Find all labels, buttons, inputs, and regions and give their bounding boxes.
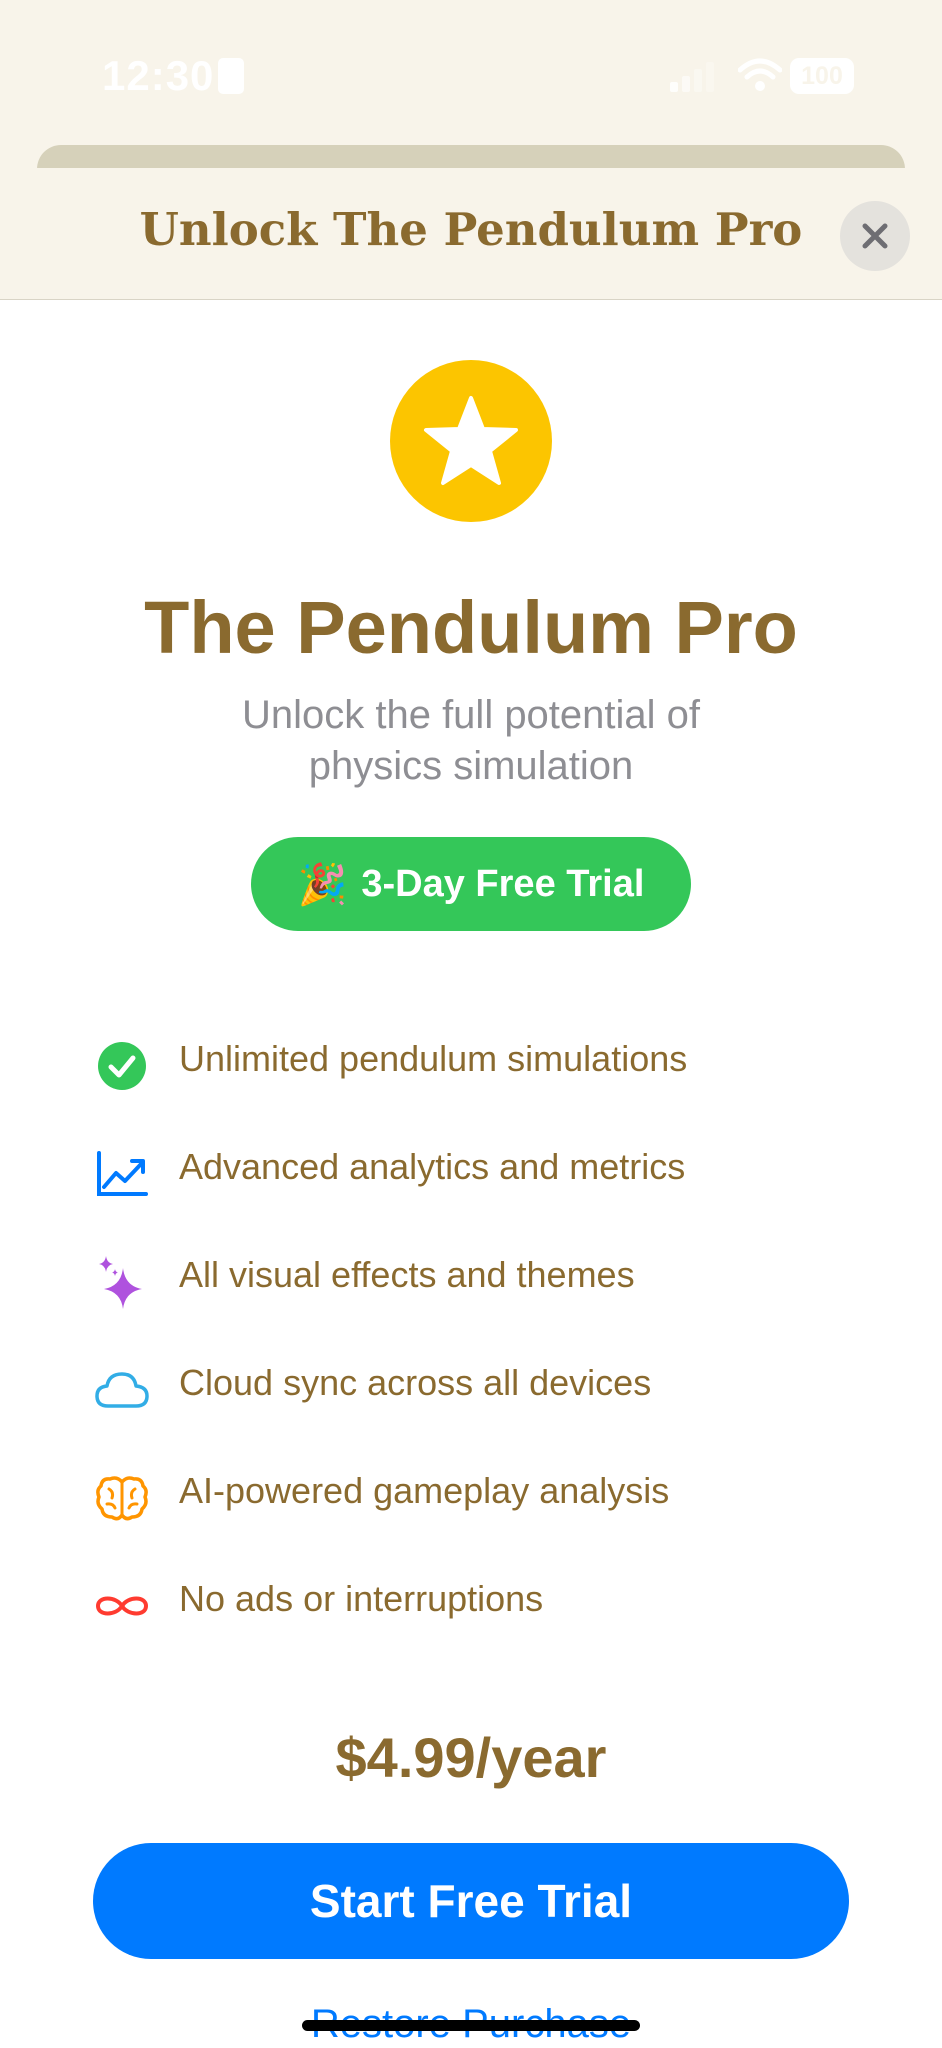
battery-icon: 100 [790, 58, 854, 94]
feature-list: Unlimited pendulum simulations Advanced … [90, 1020, 890, 1668]
feature-text: AI-powered gameplay analysis [179, 1470, 670, 1511]
feature-text: Cloud sync across all devices [179, 1362, 652, 1403]
product-subtitle: Unlock the full potential of physics sim… [241, 693, 701, 788]
feature-text: Advanced analytics and metrics [179, 1146, 686, 1187]
start-free-trial-button[interactable]: Start Free Trial [93, 1843, 849, 1959]
star-icon [424, 396, 518, 485]
sheet-title: Unlock The Pendulum Pro [139, 203, 803, 256]
status-time: 12:30 [102, 52, 215, 99]
chart-trend-icon [90, 1144, 154, 1204]
close-button[interactable] [840, 201, 910, 271]
cellular-signal-icon [670, 62, 714, 92]
price-label: $4.99/year [335, 1726, 607, 1789]
contact-card-icon [218, 58, 244, 94]
home-indicator [302, 2020, 640, 2031]
party-popper-icon: 🎉 [297, 862, 348, 907]
pro-star-badge [390, 360, 552, 522]
battery-level: 100 [801, 61, 843, 90]
feature-item: All visual effects and themes [90, 1236, 890, 1344]
wifi-icon [738, 58, 782, 91]
feature-item: AI-powered gameplay analysis [90, 1452, 890, 1560]
sparkles-icon [90, 1252, 154, 1312]
checkmark-circle-icon [90, 1036, 154, 1096]
infinity-icon [90, 1576, 154, 1636]
cloud-icon [90, 1360, 154, 1420]
feature-item: Cloud sync across all devices [90, 1344, 890, 1452]
close-icon [862, 223, 888, 249]
sheet-header: Unlock The Pendulum Pro [0, 168, 942, 300]
free-trial-badge: 🎉 3-Day Free Trial [251, 837, 691, 931]
feature-item: Advanced analytics and metrics [90, 1128, 890, 1236]
status-bar: 12:30 100 [0, 0, 942, 150]
product-title: The Pendulum Pro [144, 586, 798, 669]
brain-icon [90, 1468, 154, 1528]
trial-badge-label: 3-Day Free Trial [361, 862, 645, 905]
feature-text: Unlimited pendulum simulations [179, 1038, 688, 1079]
feature-text: No ads or interruptions [179, 1578, 544, 1619]
feature-text: All visual effects and themes [179, 1254, 635, 1295]
feature-item: Unlimited pendulum simulations [90, 1020, 890, 1128]
feature-item: No ads or interruptions [90, 1560, 890, 1668]
